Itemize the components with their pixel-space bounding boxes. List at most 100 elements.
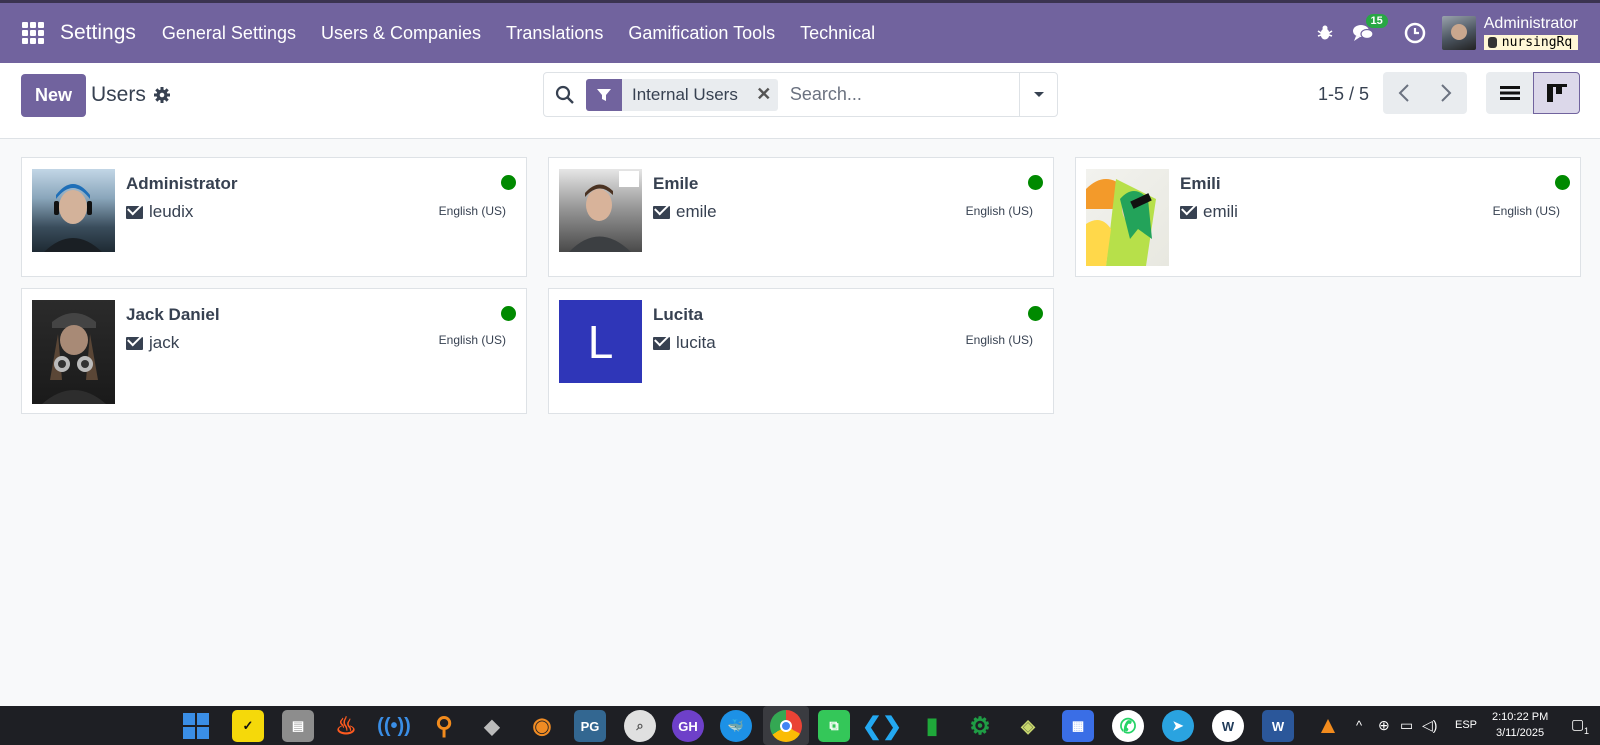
sticky-notes-icon[interactable]: ✓ [232,710,264,742]
user-login-text: leudix [149,202,194,221]
keyboard-language[interactable]: ESP [1455,719,1477,731]
user-menu[interactable]: Administrator nursingRq [1441,14,1578,51]
user-avatar-photo [559,169,642,252]
firebird-icon[interactable]: ♨ [330,710,362,742]
chrome-icon[interactable] [770,710,802,742]
user-language: English (US) [965,204,1033,218]
envelope-icon [126,336,143,350]
search-bar: Internal Users ✕ [543,72,1058,117]
user-avatar [1441,16,1476,50]
user-name: Emili [1180,174,1221,193]
speaker-icon[interactable]: ◁) [1422,717,1437,734]
breadcrumb: Users [91,83,146,106]
activity-clock-icon[interactable] [1404,22,1426,44]
user-login-text: lucita [676,333,716,352]
chevron-right-icon [1441,84,1452,102]
search-icon[interactable] [544,85,586,105]
wordpress-icon[interactable]: W [1212,710,1244,742]
menu-technical[interactable]: Technical [800,23,875,44]
user-name: Jack Daniel [126,305,220,324]
pager-value[interactable]: 1-5 / 5 [1318,84,1369,105]
pager-next-button[interactable] [1425,72,1467,114]
tray-chevron-up-icon[interactable]: ^ [1356,718,1362,733]
user-login: emili [1180,202,1238,222]
online-status-dot [1555,175,1570,190]
user-login-text: emili [1203,202,1238,221]
screen-capture-icon[interactable]: ⧉ [818,710,850,742]
file-explorer-icon[interactable]: ▤ [282,710,314,742]
pager-previous-button[interactable] [1383,72,1425,114]
user-language: English (US) [438,204,506,218]
user-name: Lucita [653,305,704,324]
user-name: Administrator [1483,14,1578,32]
gear-icon[interactable] [153,86,171,104]
github-icon[interactable]: GH [672,710,704,742]
avatar-initial: L [587,315,614,368]
user-language: English (US) [438,333,506,347]
systray: 15 Administrator nursingRq [1314,3,1600,63]
search-input[interactable] [789,84,1020,105]
new-button[interactable]: New [21,74,86,117]
gimp-icon[interactable]: ◆ [476,710,508,742]
kanban-view-button[interactable] [1533,72,1580,114]
caret-down-icon [1033,91,1044,97]
user-card[interactable]: Emile emile English (US) [548,157,1054,277]
emu-app-icon[interactable]: ◈ [1012,710,1044,742]
menu-gamification-tools[interactable]: Gamification Tools [628,23,775,44]
user-login: jack [126,333,179,353]
search-app-icon[interactable]: ⌕ [624,710,656,742]
clock-date[interactable]: 3/11/2025 [1496,727,1544,739]
notification-center-icon[interactable]: ▢ [1571,716,1584,733]
list-view-icon [1499,86,1520,100]
os-taskbar: ✓ ▤ ♨ ((•)) ⚲ ◆ ◉ PG ⌕ GH 🐳 ⧉ ❮❯ ▮ ⚙ ◈ ▦… [0,706,1600,745]
remove-facet-close-icon[interactable]: ✕ [750,84,778,105]
battery-icon[interactable]: ▭ [1400,717,1413,734]
grid-app-icon[interactable]: ▦ [1062,710,1094,742]
vlc-icon[interactable]: ▲ [1312,710,1344,742]
windows-start-icon[interactable] [180,710,212,742]
vscode-icon[interactable]: ❮❯ [862,710,902,742]
network-antenna-icon[interactable]: ((•)) [377,710,411,742]
envelope-icon [1180,205,1197,219]
whatsapp-icon[interactable]: ✆ [1112,710,1144,742]
database-icon [1487,36,1497,48]
apps-grid-icon[interactable] [22,22,44,44]
filter-icon [586,78,622,111]
cog-app-icon[interactable]: ⚙ [964,710,996,742]
search-options-toggle[interactable] [1019,73,1057,116]
pipe-app-icon[interactable]: ▮ [916,710,948,742]
main-menu: General Settings Users & Companies Trans… [162,23,900,44]
word-icon[interactable]: W [1262,710,1294,742]
user-card[interactable]: Emili emili English (US) [1075,157,1581,277]
globe-icon[interactable]: ⊕ [1378,717,1390,734]
kanban-view-icon [1546,84,1567,102]
user-card[interactable]: Jack Daniel jack English (US) [21,288,527,414]
online-status-dot [501,306,516,321]
user-card[interactable]: Administrator leudix English (US) [21,157,527,277]
menu-users-companies[interactable]: Users & Companies [321,23,481,44]
postgresql-icon[interactable]: PG [574,710,606,742]
database-tag: nursingRq [1483,34,1578,51]
telegram-icon[interactable]: ➤ [1162,710,1194,742]
list-view-button[interactable] [1486,72,1533,114]
app-brand[interactable]: Settings [60,21,136,45]
user-login: emile [653,202,717,222]
envelope-icon [126,205,143,219]
menu-general-settings[interactable]: General Settings [162,23,296,44]
user-language: English (US) [1492,204,1560,218]
clock-time[interactable]: 2:10:22 PM [1492,711,1548,723]
online-status-dot [501,175,516,190]
control-panel: New Users Internal Users ✕ 1-5 / 5 [0,63,1600,139]
docker-icon[interactable]: 🐳 [720,710,752,742]
search-facet: Internal Users ✕ [586,78,778,111]
user-avatar-photo [1086,169,1169,266]
envelope-icon [653,205,670,219]
debug-bug-icon[interactable] [1314,22,1336,44]
facet-label: Internal Users [632,84,738,104]
menu-translations[interactable]: Translations [506,23,603,44]
search-magnifier-app-icon[interactable]: ⚲ [428,710,460,742]
messages-icon[interactable]: 15 [1352,14,1388,44]
blender-icon[interactable]: ◉ [526,710,558,742]
user-card[interactable]: L Lucita lucita English (US) [548,288,1054,414]
user-avatar-photo [32,300,115,404]
